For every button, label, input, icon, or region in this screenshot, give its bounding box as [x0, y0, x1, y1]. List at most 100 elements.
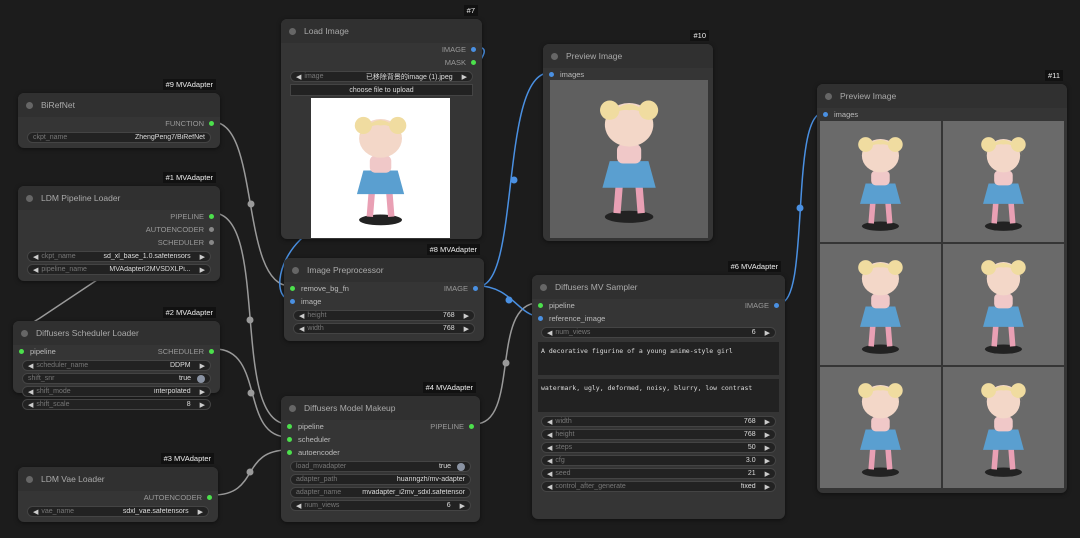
upload-button[interactable]: choose file to upload	[290, 84, 473, 96]
input-slot-reference_image[interactable]: reference_image	[538, 314, 605, 323]
widget-steps[interactable]: ◀ steps 50 ▶	[541, 442, 776, 453]
node-ldm-pipeline-loader[interactable]: #1 MVAdapter LDM Pipeline Loader PIPELINE A…	[18, 172, 220, 281]
decrement-arrow-icon[interactable]: ◀	[33, 253, 38, 261]
decrement-arrow-icon[interactable]: ◀	[547, 483, 552, 491]
slot-dot-icon[interactable]	[469, 424, 474, 429]
increment-arrow-icon[interactable]: ▶	[765, 444, 770, 452]
node-title-bar[interactable]: Diffusers MV Sampler	[532, 275, 785, 299]
widget-pipeline-name[interactable]: ◀ pipeline_name MVAdapterI2MVSDXLPi... ▶	[27, 264, 211, 275]
increment-arrow-icon[interactable]: ▶	[200, 401, 205, 409]
increment-arrow-icon[interactable]: ▶	[462, 73, 467, 81]
input-slot-remove_bg_fn[interactable]: remove_bg_fn	[290, 284, 349, 293]
widget-vae-name[interactable]: ◀ vae_name sdxl_vae.safetensors ▶	[27, 506, 209, 517]
widget-shift-mode[interactable]: ◀ shift_mode interpolated ▶	[22, 386, 211, 397]
node-title-bar[interactable]: Diffusers Scheduler Loader	[13, 321, 220, 345]
output-slot-scheduler[interactable]: SCHEDULER	[158, 238, 214, 247]
input-slot-pipeline[interactable]: pipeline	[19, 347, 56, 356]
widget-num-views[interactable]: ◀ num_views 6 ▶	[290, 500, 471, 511]
prompt-textarea[interactable]: A decorative figurine of a young anime-s…	[538, 342, 779, 375]
node-birefnet[interactable]: #9 MVAdapter BiRefNet FUNCTION ckpt_name Zhe…	[18, 79, 220, 148]
slot-dot-icon[interactable]	[823, 112, 828, 117]
slot-dot-icon[interactable]	[290, 286, 295, 291]
increment-arrow-icon[interactable]: ▶	[765, 470, 770, 478]
decrement-arrow-icon[interactable]: ◀	[296, 502, 301, 510]
slot-dot-icon[interactable]	[471, 60, 476, 65]
widget-adapter-name[interactable]: adapter_name mvadapter_i2mv_sdxl.safetens…	[290, 487, 471, 498]
slot-dot-icon[interactable]	[209, 121, 214, 126]
widget-width[interactable]: ◀ width 768 ▶	[541, 416, 776, 427]
increment-arrow-icon[interactable]: ▶	[765, 457, 770, 465]
output-slot-function[interactable]: FUNCTION	[165, 119, 214, 128]
output-slot-image[interactable]: IMAGE	[442, 45, 476, 54]
slot-dot-icon[interactable]	[774, 303, 779, 308]
input-slot-autoencoder[interactable]: autoencoder	[287, 448, 340, 457]
node-diffusers-mv-sampler[interactable]: #6 MVAdapter Diffusers MV Sampler pipeline…	[532, 261, 785, 519]
node-title-bar[interactable]: Image Preprocessor	[284, 258, 484, 282]
decrement-arrow-icon[interactable]: ◀	[33, 266, 38, 274]
output-slot-pipeline[interactable]: PIPELINE	[430, 422, 474, 431]
collapse-dot-icon[interactable]	[540, 283, 547, 291]
input-slot-pipeline[interactable]: pipeline	[538, 301, 575, 310]
widget-shift-scale[interactable]: ◀ shift_scale 8 ▶	[22, 399, 211, 410]
decrement-arrow-icon[interactable]: ◀	[547, 457, 552, 465]
slot-dot-icon[interactable]	[473, 286, 478, 291]
decrement-arrow-icon[interactable]: ◀	[547, 431, 552, 439]
node-title-bar[interactable]: LDM Vae Loader	[18, 467, 218, 491]
decrement-arrow-icon[interactable]: ◀	[28, 362, 33, 370]
widget-height[interactable]: ◀ height 768 ▶	[293, 310, 475, 321]
decrement-arrow-icon[interactable]: ◀	[296, 73, 301, 81]
collapse-dot-icon[interactable]	[26, 194, 33, 202]
slot-dot-icon[interactable]	[209, 227, 214, 232]
increment-arrow-icon[interactable]: ▶	[200, 253, 205, 261]
slot-dot-icon[interactable]	[471, 47, 476, 52]
decrement-arrow-icon[interactable]: ◀	[547, 418, 552, 426]
widget-cfg[interactable]: ◀ cfg 3.0 ▶	[541, 455, 776, 466]
slot-dot-icon[interactable]	[549, 72, 554, 77]
widget-image[interactable]: ◀ image 已移除背景的image (1).jpeg ▶	[290, 71, 473, 82]
increment-arrow-icon[interactable]: ▶	[765, 431, 770, 439]
collapse-dot-icon[interactable]	[551, 52, 558, 60]
increment-arrow-icon[interactable]: ▶	[460, 502, 465, 510]
node-diffusers-scheduler-loader[interactable]: #2 MVAdapter Diffusers Scheduler Loader pi…	[13, 307, 220, 410]
increment-arrow-icon[interactable]: ▶	[198, 508, 203, 516]
increment-arrow-icon[interactable]: ▶	[464, 312, 469, 320]
slot-dot-icon[interactable]	[538, 316, 543, 321]
node-title-bar[interactable]: Diffusers Model Makeup	[281, 396, 480, 420]
decrement-arrow-icon[interactable]: ◀	[33, 508, 38, 516]
collapse-dot-icon[interactable]	[289, 27, 296, 35]
slot-dot-icon[interactable]	[287, 437, 292, 442]
widget-control-after-generate[interactable]: ◀ control_after_generate fixed ▶	[541, 481, 776, 492]
collapse-dot-icon[interactable]	[21, 329, 28, 337]
slot-dot-icon[interactable]	[287, 424, 292, 429]
slot-dot-icon[interactable]	[287, 450, 292, 455]
collapse-dot-icon[interactable]	[292, 266, 299, 274]
widget-load-mvadapter[interactable]: load_mvadapter true	[290, 461, 471, 472]
toggle-knob-icon[interactable]	[197, 374, 205, 383]
widget-width[interactable]: ◀ width 768 ▶	[293, 323, 475, 334]
prompt-textarea[interactable]: watermark, ugly, deformed, noisy, blurry…	[538, 379, 779, 412]
decrement-arrow-icon[interactable]: ◀	[547, 470, 552, 478]
output-slot-mask[interactable]: MASK	[445, 58, 476, 67]
widget-height[interactable]: ◀ height 768 ▶	[541, 429, 776, 440]
node-title-bar[interactable]: Preview Image	[543, 44, 713, 68]
increment-arrow-icon[interactable]: ▶	[765, 483, 770, 491]
decrement-arrow-icon[interactable]: ◀	[547, 444, 552, 452]
output-slot-autoencoder[interactable]: AUTOENCODER	[144, 493, 212, 502]
decrement-arrow-icon[interactable]: ◀	[299, 312, 304, 320]
increment-arrow-icon[interactable]: ▶	[464, 325, 469, 333]
input-slot-scheduler[interactable]: scheduler	[287, 435, 331, 444]
collapse-dot-icon[interactable]	[26, 101, 33, 109]
output-slot-pipeline[interactable]: PIPELINE	[170, 212, 214, 221]
decrement-arrow-icon[interactable]: ◀	[299, 325, 304, 333]
output-slot-autoencoder[interactable]: AUTOENCODER	[146, 225, 214, 234]
widget-seed[interactable]: ◀ seed 21 ▶	[541, 468, 776, 479]
input-slot-images[interactable]: images	[823, 110, 858, 119]
node-image-preprocessor[interactable]: #8 MVAdapter Image Preprocessor remove_bg_…	[284, 244, 484, 341]
node-diffusers-model-makeup[interactable]: #4 MVAdapter Diffusers Model Makeup pipeli…	[281, 382, 480, 522]
output-slot-image[interactable]: IMAGE	[444, 284, 478, 293]
collapse-dot-icon[interactable]	[26, 475, 33, 483]
increment-arrow-icon[interactable]: ▶	[200, 266, 205, 274]
toggle-knob-icon[interactable]	[457, 462, 465, 471]
decrement-arrow-icon[interactable]: ◀	[28, 401, 33, 409]
slot-dot-icon[interactable]	[538, 303, 543, 308]
